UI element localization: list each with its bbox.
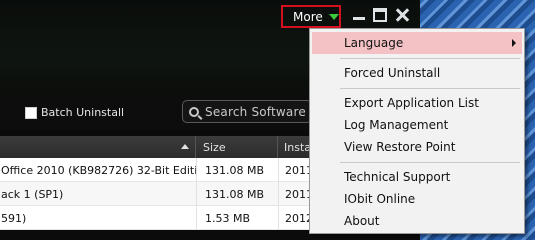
menu-item-label: Export Application List	[344, 96, 479, 110]
menu-item-technical-support[interactable]: Technical Support	[312, 166, 522, 188]
menu-item-label: Technical Support	[344, 170, 451, 184]
maximize-icon[interactable]	[373, 8, 387, 22]
more-button-label: More	[293, 9, 323, 24]
close-icon[interactable]	[395, 8, 409, 22]
menu-item-label: Log Management	[344, 118, 449, 132]
menu-item-forced-uninstall[interactable]: Forced Uninstall	[312, 62, 522, 84]
row-size: 131.08 MB	[196, 158, 278, 182]
submenu-arrow-icon	[512, 39, 516, 47]
menu-item-label: Forced Uninstall	[344, 66, 441, 80]
minimize-icon[interactable]	[352, 8, 366, 22]
batch-uninstall-checkbox[interactable]	[25, 106, 37, 119]
search-icon	[189, 106, 199, 117]
more-dropdown-menu: Language Forced Uninstall Export Applica…	[309, 28, 525, 234]
chevron-down-icon	[328, 13, 339, 20]
menu-item-view-restore-point[interactable]: View Restore Point	[312, 136, 522, 158]
column-header-size-label: Size	[203, 140, 226, 154]
row-name: Office 2010 (KB982726) 32-Bit Edition	[1, 163, 196, 177]
menu-item-export-application-list[interactable]: Export Application List	[312, 92, 522, 114]
menu-item-label: View Restore Point	[344, 140, 456, 154]
column-header-size[interactable]: Size	[196, 136, 278, 158]
menu-item-language[interactable]: Language	[312, 32, 522, 54]
search-input[interactable]: Search Software	[182, 100, 312, 123]
sort-ascending-icon	[181, 144, 189, 149]
menu-separator	[340, 58, 520, 59]
more-button[interactable]: More	[281, 5, 341, 28]
batch-uninstall-label: Batch Uninstall	[41, 106, 125, 119]
search-placeholder: Search Software	[205, 104, 306, 119]
column-header-name[interactable]	[0, 136, 196, 158]
menu-separator	[340, 88, 520, 89]
column-header-install-label: Insta	[284, 140, 312, 154]
row-size: 1.53 MB	[196, 206, 278, 230]
menu-item-label: Language	[344, 36, 404, 50]
menu-item-log-management[interactable]: Log Management	[312, 114, 522, 136]
menu-item-about[interactable]: About	[312, 210, 522, 232]
batch-uninstall-toggle[interactable]: Batch Uninstall	[25, 106, 124, 119]
menu-separator	[340, 162, 520, 163]
menu-item-iobit-online[interactable]: IObit Online	[312, 188, 522, 210]
menu-item-label: IObit Online	[344, 192, 416, 206]
row-name: ack 1 (SP1)	[1, 187, 64, 201]
row-size: 131.08 MB	[196, 182, 278, 206]
row-name: 591)	[1, 211, 27, 225]
menu-item-label: About	[344, 214, 380, 228]
